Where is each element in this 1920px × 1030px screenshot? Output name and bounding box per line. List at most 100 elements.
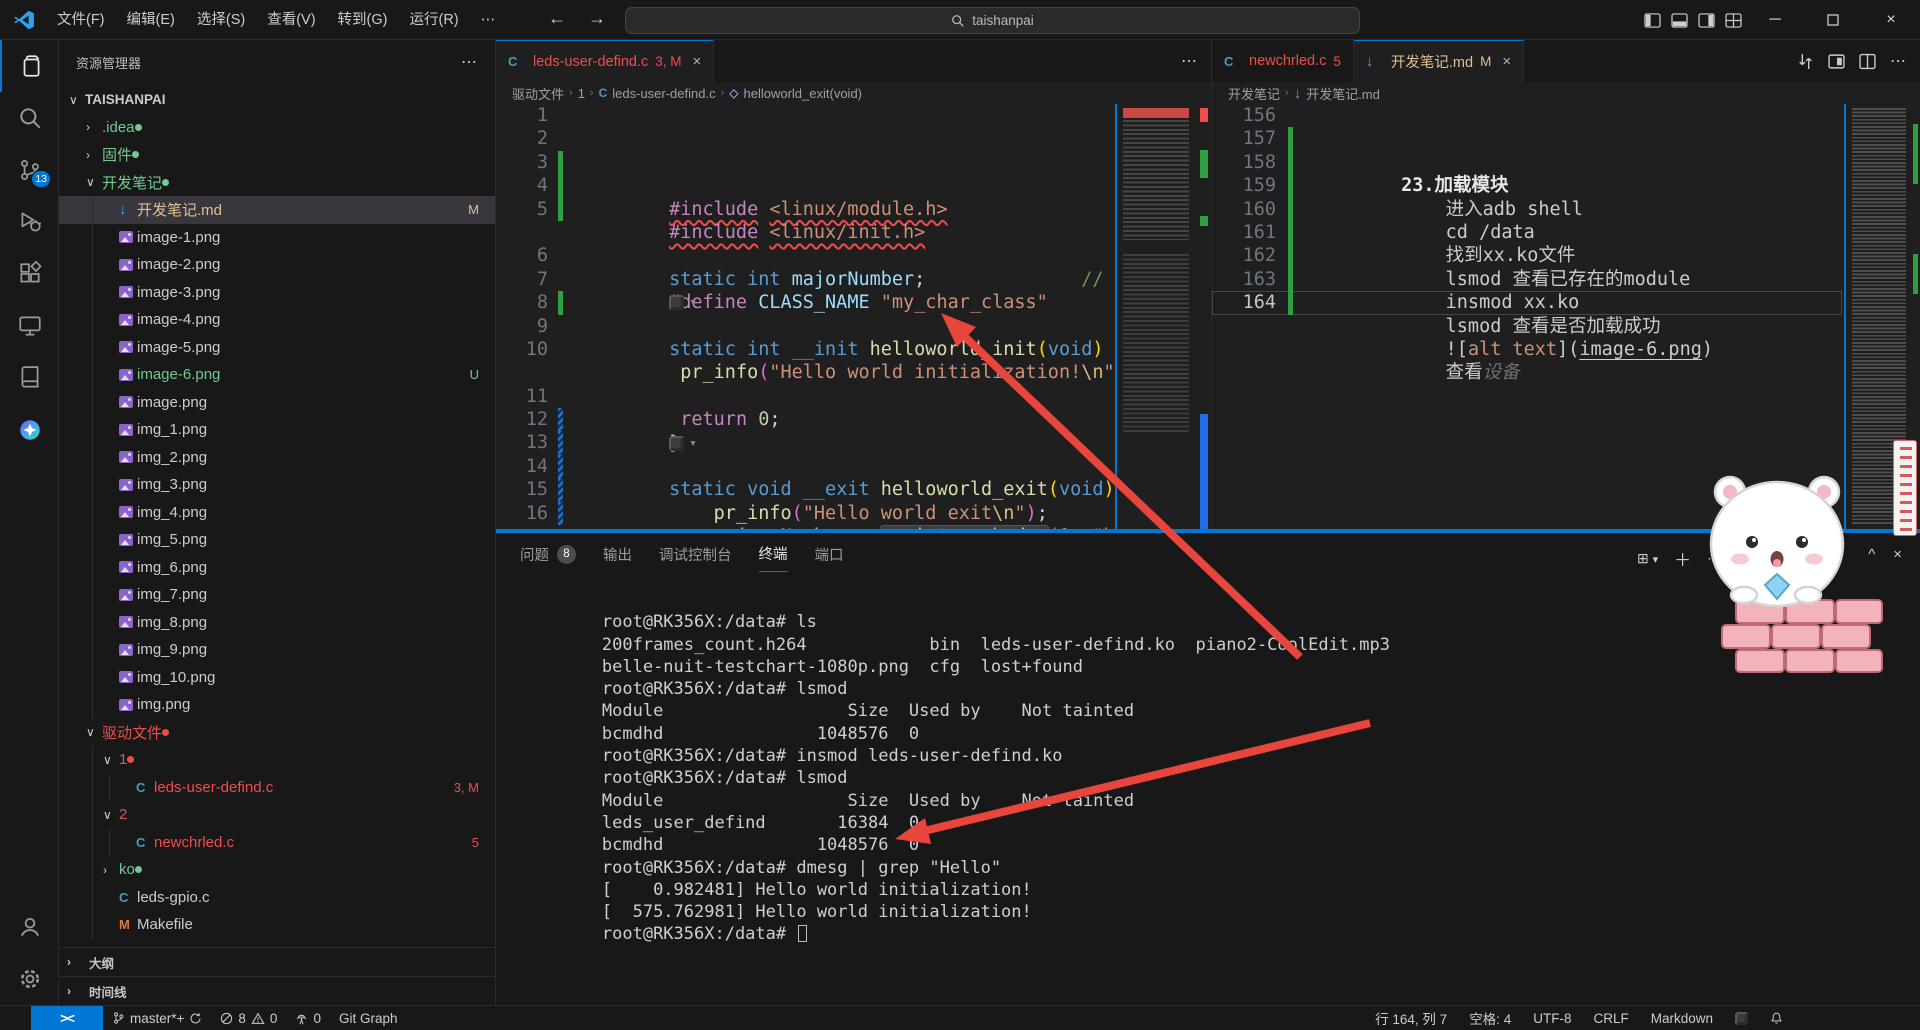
menu-item[interactable]: 编辑(E) xyxy=(116,12,186,28)
tree-item[interactable]: img_2.png xyxy=(59,444,495,472)
customize-layout-icon[interactable] xyxy=(1725,13,1742,28)
tree-item[interactable]: ∨ 驱动文件 xyxy=(59,719,495,747)
breadcrumb-folder[interactable]: 驱动文件 xyxy=(512,84,564,103)
breadcrumb-folder[interactable]: 1 xyxy=(578,86,585,101)
compare-changes-icon[interactable] xyxy=(1797,53,1814,70)
minimize-button[interactable]: ─ xyxy=(1746,0,1804,40)
panel-tab[interactable]: 输出 xyxy=(603,544,632,572)
tree-item[interactable]: ∨ TAISHANPAI xyxy=(59,86,495,114)
menu-item[interactable]: ⋯ xyxy=(470,12,507,28)
toggle-sidebar-icon[interactable] xyxy=(1644,13,1661,28)
tree-item[interactable]: › ko xyxy=(59,856,495,884)
encoding-item[interactable]: UTF-8 xyxy=(1524,1006,1580,1030)
tree-item[interactable]: leds-gpio.c xyxy=(59,884,495,912)
open-preview-icon[interactable] xyxy=(1828,53,1845,70)
problems-item[interactable]: 8 0 xyxy=(211,1006,286,1030)
panel-tab[interactable]: 终端 xyxy=(759,543,788,572)
tree-item[interactable]: 开发笔记.md M xyxy=(59,196,495,224)
breadcrumb-file[interactable]: 开发笔记.md xyxy=(1306,84,1380,103)
tab-kaifabiji[interactable]: 开发笔记.md M × xyxy=(1354,40,1524,82)
tab-newchrled[interactable]: newchrled.c 5 xyxy=(1212,40,1354,82)
settings-gear-icon[interactable] xyxy=(0,953,59,1005)
menu-item[interactable]: 选择(S) xyxy=(186,12,256,28)
tree-item[interactable]: image-5.png xyxy=(59,334,495,362)
tree-item[interactable]: image-3.png xyxy=(59,279,495,307)
tree-item[interactable]: newchrled.c 5 xyxy=(59,829,495,857)
ai-assistant-icon[interactable] xyxy=(0,404,59,456)
remote-explorer-icon[interactable] xyxy=(0,300,59,352)
tree-item[interactable]: image-4.png xyxy=(59,306,495,334)
tree-item[interactable]: img_5.png xyxy=(59,526,495,554)
minimap[interactable] xyxy=(1115,104,1197,529)
tree-item[interactable]: img_4.png xyxy=(59,499,495,527)
search-icon[interactable] xyxy=(0,92,59,144)
panel-tab[interactable]: 调试控制台 xyxy=(659,544,732,572)
more-actions-icon[interactable]: ⋯ xyxy=(1707,550,1721,567)
tree-item[interactable]: leds-user-defind.c 3, M xyxy=(59,774,495,802)
tree-item[interactable]: img_6.png xyxy=(59,554,495,582)
docs-icon[interactable] xyxy=(0,352,59,404)
ports-item[interactable]: 0 xyxy=(286,1006,330,1030)
tree-item[interactable]: image.png xyxy=(59,389,495,417)
breadcrumb-folder[interactable]: 开发笔记 xyxy=(1228,84,1280,103)
git-graph-item[interactable]: Git Graph xyxy=(330,1006,407,1030)
breadcrumb-file[interactable]: leds-user-defind.c xyxy=(612,86,715,101)
tree-item[interactable]: image-6.png U xyxy=(59,361,495,389)
nav-back-icon[interactable]: ← xyxy=(548,8,566,29)
tree-item[interactable]: ∨ 开发笔记 xyxy=(59,169,495,197)
menu-item[interactable]: 查看(V) xyxy=(256,12,326,28)
language-mode-item[interactable]: Markdown xyxy=(1642,1006,1722,1030)
more-actions-icon[interactable]: ⋯ xyxy=(461,52,477,72)
breadcrumb-symbol[interactable]: helloworld_exit(void) xyxy=(744,86,863,101)
more-actions-icon[interactable]: ⋯ xyxy=(1181,51,1197,71)
close-tab-icon[interactable]: × xyxy=(1502,53,1511,70)
cursor-position-item[interactable]: 行 164, 列 7 xyxy=(1366,1006,1456,1030)
maximize-panel-icon[interactable]: ^ xyxy=(1868,546,1875,563)
ai-status-item[interactable] xyxy=(1726,1006,1757,1030)
timeline-section[interactable]: › 时间线 xyxy=(59,976,495,1005)
command-center-search[interactable]: taishanpai xyxy=(625,7,1360,34)
tree-item[interactable]: Makefile xyxy=(59,911,495,939)
maximize-button[interactable] xyxy=(1804,0,1862,40)
terminal-output[interactable]: root@RK356X:/data# ls 200frames_count.h2… xyxy=(520,589,1390,923)
close-panel-icon[interactable]: × xyxy=(1893,546,1902,563)
tab-leds-user-defind[interactable]: leds-user-defind.c 3, M × xyxy=(496,40,714,82)
menu-item[interactable]: 文件(F) xyxy=(46,12,116,28)
tree-item[interactable]: image-1.png xyxy=(59,224,495,252)
markdown-editor[interactable]: 156 23.加载模块 157 进入adb shell 158 cd /data… xyxy=(1212,104,1842,529)
terminal-split-icon[interactable]: ⊞ ▾ xyxy=(1637,550,1658,567)
tree-item[interactable]: › .idea xyxy=(59,114,495,142)
code-editor[interactable]: 1 ▾ #include <linux/module.h> 2 ▾ #inclu… xyxy=(496,104,1115,529)
menu-item[interactable]: 转到(G) xyxy=(327,12,399,28)
git-branch-item[interactable]: master*+ xyxy=(103,1006,211,1030)
source-control-icon[interactable]: 13 xyxy=(0,144,59,196)
remote-indicator[interactable]: >< xyxy=(31,1006,103,1030)
toggle-panel-icon[interactable] xyxy=(1671,13,1688,28)
tree-item[interactable]: img_7.png xyxy=(59,581,495,609)
split-editor-icon[interactable] xyxy=(1859,53,1876,70)
toggle-secondary-sidebar-icon[interactable] xyxy=(1698,13,1715,28)
notifications-item[interactable] xyxy=(1761,1006,1792,1030)
tree-item[interactable]: img_10.png xyxy=(59,664,495,692)
close-tab-icon[interactable]: × xyxy=(693,53,702,70)
tree-item[interactable]: img_1.png xyxy=(59,416,495,444)
eol-item[interactable]: CRLF xyxy=(1584,1006,1637,1030)
tree-item[interactable]: image-2.png xyxy=(59,251,495,279)
tree-item[interactable]: img_3.png xyxy=(59,471,495,499)
tree-item[interactable]: ∨ 2 xyxy=(59,801,495,829)
extensions-icon[interactable] xyxy=(0,248,59,300)
close-window-button[interactable]: × xyxy=(1862,0,1920,40)
explorer-icon[interactable] xyxy=(0,40,59,92)
nav-forward-icon[interactable]: → xyxy=(588,8,606,29)
menu-item[interactable]: 运行(R) xyxy=(398,12,469,28)
account-icon[interactable] xyxy=(0,901,59,953)
tree-item[interactable]: img_8.png xyxy=(59,609,495,637)
tree-item[interactable]: img.png xyxy=(59,691,495,719)
indentation-item[interactable]: 空格: 4 xyxy=(1460,1006,1520,1030)
tree-item[interactable]: › 固件 xyxy=(59,141,495,169)
outline-section[interactable]: › 大纲 xyxy=(59,947,495,976)
panel-tab[interactable]: 问题 8 xyxy=(520,544,576,572)
more-actions-icon[interactable]: ⋯ xyxy=(1890,51,1906,71)
tree-item[interactable]: img_9.png xyxy=(59,636,495,664)
panel-tab[interactable]: 端口 xyxy=(815,544,844,572)
